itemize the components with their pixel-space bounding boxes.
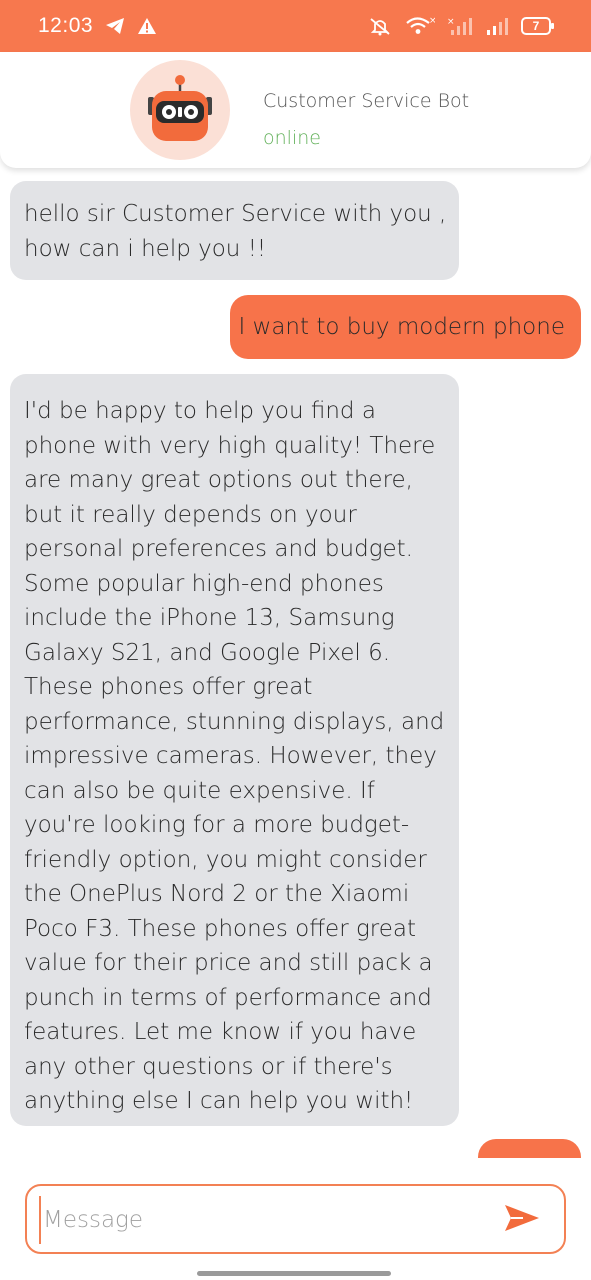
telegram-icon: [105, 17, 125, 35]
user-message[interactable]: I want to buy modern phone: [230, 295, 581, 359]
avatar: [130, 60, 230, 160]
status-time: 12:03: [38, 14, 94, 37]
battery-level: 7: [532, 19, 540, 33]
message-list[interactable]: hello sir Customer Service with you , ho…: [0, 168, 591, 1158]
svg-text:×: ×: [429, 16, 435, 26]
alert-icon: [137, 17, 157, 35]
message-composer: [25, 1184, 566, 1254]
wifi-icon: ×: [405, 15, 435, 37]
home-indicator: [197, 1271, 391, 1276]
bot-message[interactable]: hello sir Customer Service with you , ho…: [10, 181, 459, 280]
chat-header: Customer Service Bot online: [0, 52, 591, 168]
send-icon: [503, 1203, 541, 1237]
signal-icon: [485, 16, 509, 36]
svg-text:×: ×: [447, 17, 455, 27]
user-message[interactable]: [478, 1139, 581, 1158]
message-input[interactable]: [39, 1196, 479, 1244]
battery-icon: 7: [521, 16, 555, 36]
mute-icon: [367, 16, 393, 36]
bot-name: Customer Service Bot: [263, 90, 470, 112]
signal-icon: ×: [447, 16, 473, 36]
status-bar: 12:03 × × 7: [0, 0, 591, 52]
bot-status: online: [263, 127, 321, 149]
send-button[interactable]: [502, 1202, 542, 1238]
chat-screen: 12:03 × × 7 Customer Service Bot online …: [0, 0, 591, 1280]
robot-icon: [140, 73, 220, 147]
bot-message[interactable]: I'd be happy to help you find a phone wi…: [10, 374, 459, 1126]
